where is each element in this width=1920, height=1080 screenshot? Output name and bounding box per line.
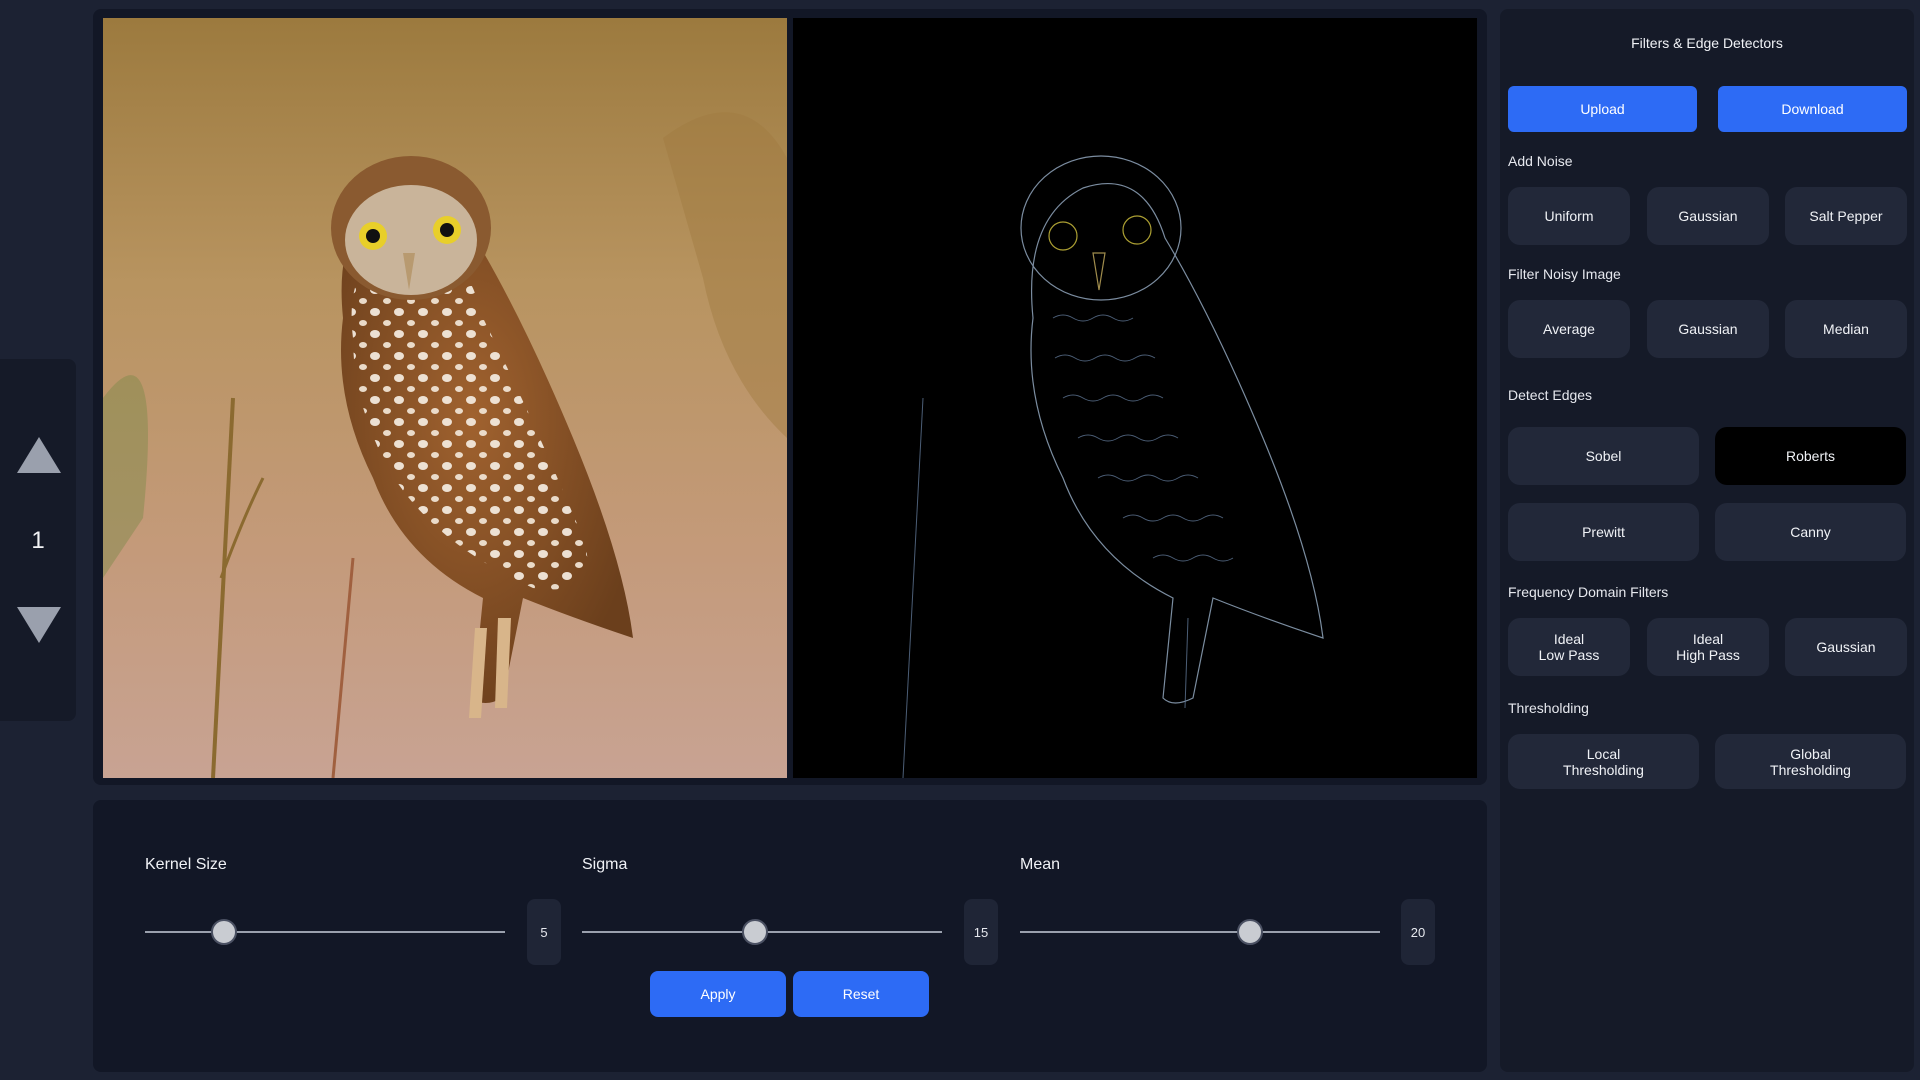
frequency-gaussian-button[interactable]: Gaussian (1785, 618, 1907, 676)
mean-label: Mean (1020, 856, 1061, 873)
controls-panel: Kernel Size 5 Sigma 15 Mean 20 Apply Res… (93, 800, 1487, 1072)
ideal-low-pass-button[interactable]: Ideal Low Pass (1508, 618, 1630, 676)
edge-sobel-button[interactable]: Sobel (1508, 427, 1699, 485)
add-noise-label: Add Noise (1508, 153, 1573, 169)
noise-salt-pepper-button[interactable]: Salt Pepper (1785, 187, 1907, 245)
filter-median-button[interactable]: Median (1785, 300, 1907, 358)
sigma-thumb[interactable] (741, 919, 768, 945)
local-thresholding-button[interactable]: Local Thresholding (1508, 734, 1699, 789)
thresholding-label: Thresholding (1508, 700, 1589, 716)
apply-button[interactable]: Apply (650, 971, 786, 1017)
edge-roberts-button[interactable]: Roberts (1715, 427, 1906, 485)
kernel-size-label: Kernel Size (145, 856, 227, 873)
detect-edges-label: Detect Edges (1508, 387, 1593, 403)
result-image (793, 18, 1477, 778)
edge-canny-button[interactable]: Canny (1715, 503, 1906, 561)
sigma-label: Sigma (582, 856, 628, 873)
mean-slider-group: Mean (1020, 856, 1060, 874)
kernel-size-value: 5 (527, 899, 561, 965)
original-image (103, 18, 787, 778)
page-number: 1 (31, 527, 45, 554)
sigma-slider[interactable] (582, 919, 942, 945)
noise-uniform-button[interactable]: Uniform (1508, 187, 1630, 245)
noise-gaussian-button[interactable]: Gaussian (1647, 187, 1769, 245)
kernel-size-thumb[interactable] (211, 919, 238, 945)
kernel-size-slider-group: Kernel Size (145, 856, 227, 874)
upload-button[interactable]: Upload (1508, 86, 1697, 132)
kernel-size-slider[interactable] (145, 919, 505, 945)
mean-value: 20 (1401, 899, 1435, 965)
filter-noisy-image-label: Filter Noisy Image (1508, 266, 1621, 282)
filter-average-button[interactable]: Average (1508, 300, 1630, 358)
reset-button[interactable]: Reset (793, 971, 929, 1017)
download-button[interactable]: Download (1718, 86, 1907, 132)
sidebar-title: Filters & Edge Detectors (1631, 35, 1783, 51)
previous-arrow-icon[interactable] (17, 437, 61, 473)
sigma-value: 15 (964, 899, 998, 965)
filter-gaussian-button[interactable]: Gaussian (1647, 300, 1769, 358)
sigma-slider-group: Sigma (582, 856, 627, 874)
ideal-high-pass-button[interactable]: Ideal High Pass (1647, 618, 1769, 676)
image-navigator: 1 (0, 359, 76, 721)
image-panel (93, 9, 1487, 785)
global-thresholding-button[interactable]: Global Thresholding (1715, 734, 1906, 789)
edge-prewitt-button[interactable]: Prewitt (1508, 503, 1699, 561)
frequency-domain-filters-label: Frequency Domain Filters (1508, 584, 1669, 600)
mean-slider[interactable] (1020, 919, 1380, 945)
next-arrow-icon[interactable] (17, 607, 61, 643)
mean-thumb[interactable] (1237, 919, 1264, 945)
filters-sidebar: Filters & Edge Detectors Upload Download… (1500, 9, 1914, 1072)
